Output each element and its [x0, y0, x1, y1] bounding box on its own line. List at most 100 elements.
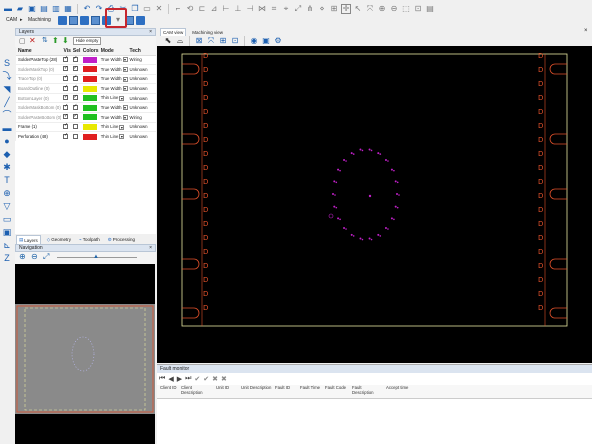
dropdown-arrow-icon[interactable]: ▾: [122, 105, 128, 111]
fit-view-icon[interactable]: ⤢: [43, 252, 49, 262]
layer-row[interactable]: BoardOutline (0) True Width▾Unknown: [16, 83, 156, 94]
layer-row[interactable]: SolderPasteTop (28) True Width▾Wiring: [16, 55, 156, 66]
layer-color-swatch[interactable]: [80, 122, 99, 133]
zoom-slider-thumb[interactable]: ▲: [93, 254, 99, 260]
layer-visible-checkbox[interactable]: [61, 131, 71, 142]
layer-row[interactable]: TraceTop (0) True Width▾Unknown: [16, 74, 156, 85]
layer-row[interactable]: SolderPasteBottom (0) True Width▾Wiring: [16, 112, 156, 123]
scale-icon[interactable]: ⊿: [209, 4, 219, 14]
align-center-icon[interactable]: ⊥: [233, 4, 243, 14]
close-icon[interactable]: ×: [149, 245, 152, 251]
spline-icon[interactable]: S: [2, 58, 12, 68]
cam-canvas[interactable]: DDDDDDDDDDDDDDDDDDDDDDDDDDDDDDDDDDDDDD: [157, 46, 592, 363]
dimension-icon[interactable]: ⊾: [2, 240, 12, 250]
group-icon[interactable]: ⌗: [269, 4, 279, 14]
column-name[interactable]: Name: [16, 47, 62, 56]
layer-mode[interactable]: True Width ▾: [98, 64, 128, 75]
rotate-icon[interactable]: ⟲: [185, 4, 195, 14]
zoom-out-icon[interactable]: ⊖: [31, 252, 38, 261]
new-layer-icon[interactable]: ▢: [19, 37, 26, 45]
export-icon[interactable]: ▦: [63, 4, 73, 14]
dropdown-arrow-icon[interactable]: ▾: [122, 76, 128, 82]
layer-tech[interactable]: Unknown: [127, 74, 156, 85]
ungroup-icon[interactable]: ⌖: [281, 4, 291, 14]
distribute-icon[interactable]: ⋈: [257, 4, 267, 14]
check-icon[interactable]: ✔: [194, 375, 200, 383]
column-fault-id[interactable]: Fault ID: [272, 385, 297, 398]
layer-select-checkbox[interactable]: [70, 122, 81, 133]
polygon-icon[interactable]: ◥: [2, 84, 12, 94]
layer-visible-checkbox[interactable]: [61, 102, 71, 114]
layer-tech[interactable]: Wiring: [127, 112, 156, 123]
undo-icon[interactable]: ↶: [82, 4, 92, 14]
hide-empty-button[interactable]: Hide empty: [73, 37, 101, 45]
fill-icon[interactable]: ▭: [2, 214, 12, 224]
star-icon[interactable]: ✱: [2, 162, 12, 172]
curve-icon[interactable]: ⤵: [2, 71, 12, 81]
color-swatch[interactable]: [82, 66, 97, 73]
machine-icon[interactable]: [136, 15, 145, 25]
open-icon[interactable]: ▰: [15, 4, 25, 14]
layer-tech[interactable]: Wiring: [127, 55, 156, 66]
column-fault-code[interactable]: Fault Code: [322, 385, 349, 398]
column-mode[interactable]: Mode: [98, 47, 128, 56]
layer-color-swatch[interactable]: [80, 64, 99, 75]
layer-row[interactable]: Perforation (48) Thin Line▾Unknown: [16, 131, 156, 142]
layer-visible-checkbox[interactable]: [61, 55, 71, 66]
last-icon[interactable]: ⏭: [185, 375, 191, 383]
properties-icon[interactable]: ▤: [425, 4, 435, 14]
column-fault-time[interactable]: Fault Time: [297, 385, 322, 398]
column-accept-time[interactable]: Accept time: [383, 385, 443, 398]
save-as-icon[interactable]: ▤: [39, 4, 49, 14]
color-swatch[interactable]: [82, 95, 97, 102]
tab-machining-view[interactable]: Machining view: [190, 29, 225, 36]
rectangle-icon[interactable]: ▬: [2, 123, 12, 133]
transform-icon[interactable]: ▽: [2, 201, 12, 211]
zoom-in-icon[interactable]: ⊕: [19, 252, 26, 261]
measure-icon[interactable]: ⋄: [317, 4, 327, 14]
layer-mode[interactable]: True Width ▾: [98, 102, 128, 114]
breadcrumb-current[interactable]: Machining: [28, 17, 51, 23]
layer-tech[interactable]: Unknown: [127, 122, 156, 133]
layer-mode[interactable]: Thin Line ▾: [98, 122, 128, 133]
grid-icon[interactable]: ⊞: [329, 4, 339, 14]
layer-mode[interactable]: Thin Line ▾: [98, 93, 128, 104]
zoom-in-icon[interactable]: ⊕: [377, 4, 387, 14]
tab-processing[interactable]: ⚙ Processing: [106, 236, 137, 244]
layer-row[interactable]: SolderMaskTop (0) True Width▾Unknown: [16, 64, 156, 75]
layer-visible-checkbox[interactable]: [61, 64, 71, 75]
machine-setup-icon[interactable]: [58, 15, 67, 25]
layer-row[interactable]: SolderMaskBottom (0) True Width▾Unknown: [16, 102, 156, 114]
color-swatch[interactable]: [82, 104, 97, 111]
zoom-extents-icon[interactable]: ⊡: [230, 36, 240, 46]
color-swatch[interactable]: [82, 75, 97, 82]
layer-color-swatch[interactable]: [80, 112, 99, 123]
layer-view-icon[interactable]: ▣: [261, 36, 271, 46]
view-all-icon[interactable]: ⊡: [413, 4, 423, 14]
column-fault-description[interactable]: Fault Description: [349, 385, 383, 398]
layer-visible-checkbox[interactable]: [61, 122, 71, 133]
snap-icon[interactable]: ⋔: [305, 4, 315, 14]
highlighted-machine-button[interactable]: [105, 8, 127, 28]
column-tech[interactable]: Tech: [127, 47, 156, 56]
tab-layers[interactable]: ▤ Layers: [16, 235, 41, 244]
delete-layer-icon[interactable]: ✕: [29, 36, 36, 45]
dropdown-arrow-icon[interactable]: ▾: [122, 115, 128, 121]
layer-tech[interactable]: Unknown: [127, 131, 156, 142]
breadcrumb-root[interactable]: CAM: [6, 17, 17, 23]
clear-all-icon[interactable]: ✖: [221, 375, 227, 383]
align-left-icon[interactable]: ⊢: [221, 4, 231, 14]
color-swatch[interactable]: [82, 114, 97, 121]
color-swatch[interactable]: [82, 133, 97, 140]
copy-icon[interactable]: ❐: [130, 4, 140, 14]
arc-icon[interactable]: ⌒: [2, 110, 12, 120]
dropdown-arrow-icon[interactable]: ▾: [119, 124, 125, 130]
layer-select-checkbox[interactable]: [70, 102, 81, 114]
move-icon[interactable]: ⌐: [173, 4, 183, 14]
tab-cam-view[interactable]: CAM view: [160, 28, 187, 36]
hatch-icon[interactable]: ▣: [2, 227, 12, 237]
column-client-description[interactable]: Client Description: [178, 385, 213, 398]
toolpath-icon[interactable]: [80, 15, 89, 25]
layer-select-checkbox[interactable]: [70, 131, 81, 142]
check-all-icon[interactable]: ✔: [203, 375, 209, 383]
